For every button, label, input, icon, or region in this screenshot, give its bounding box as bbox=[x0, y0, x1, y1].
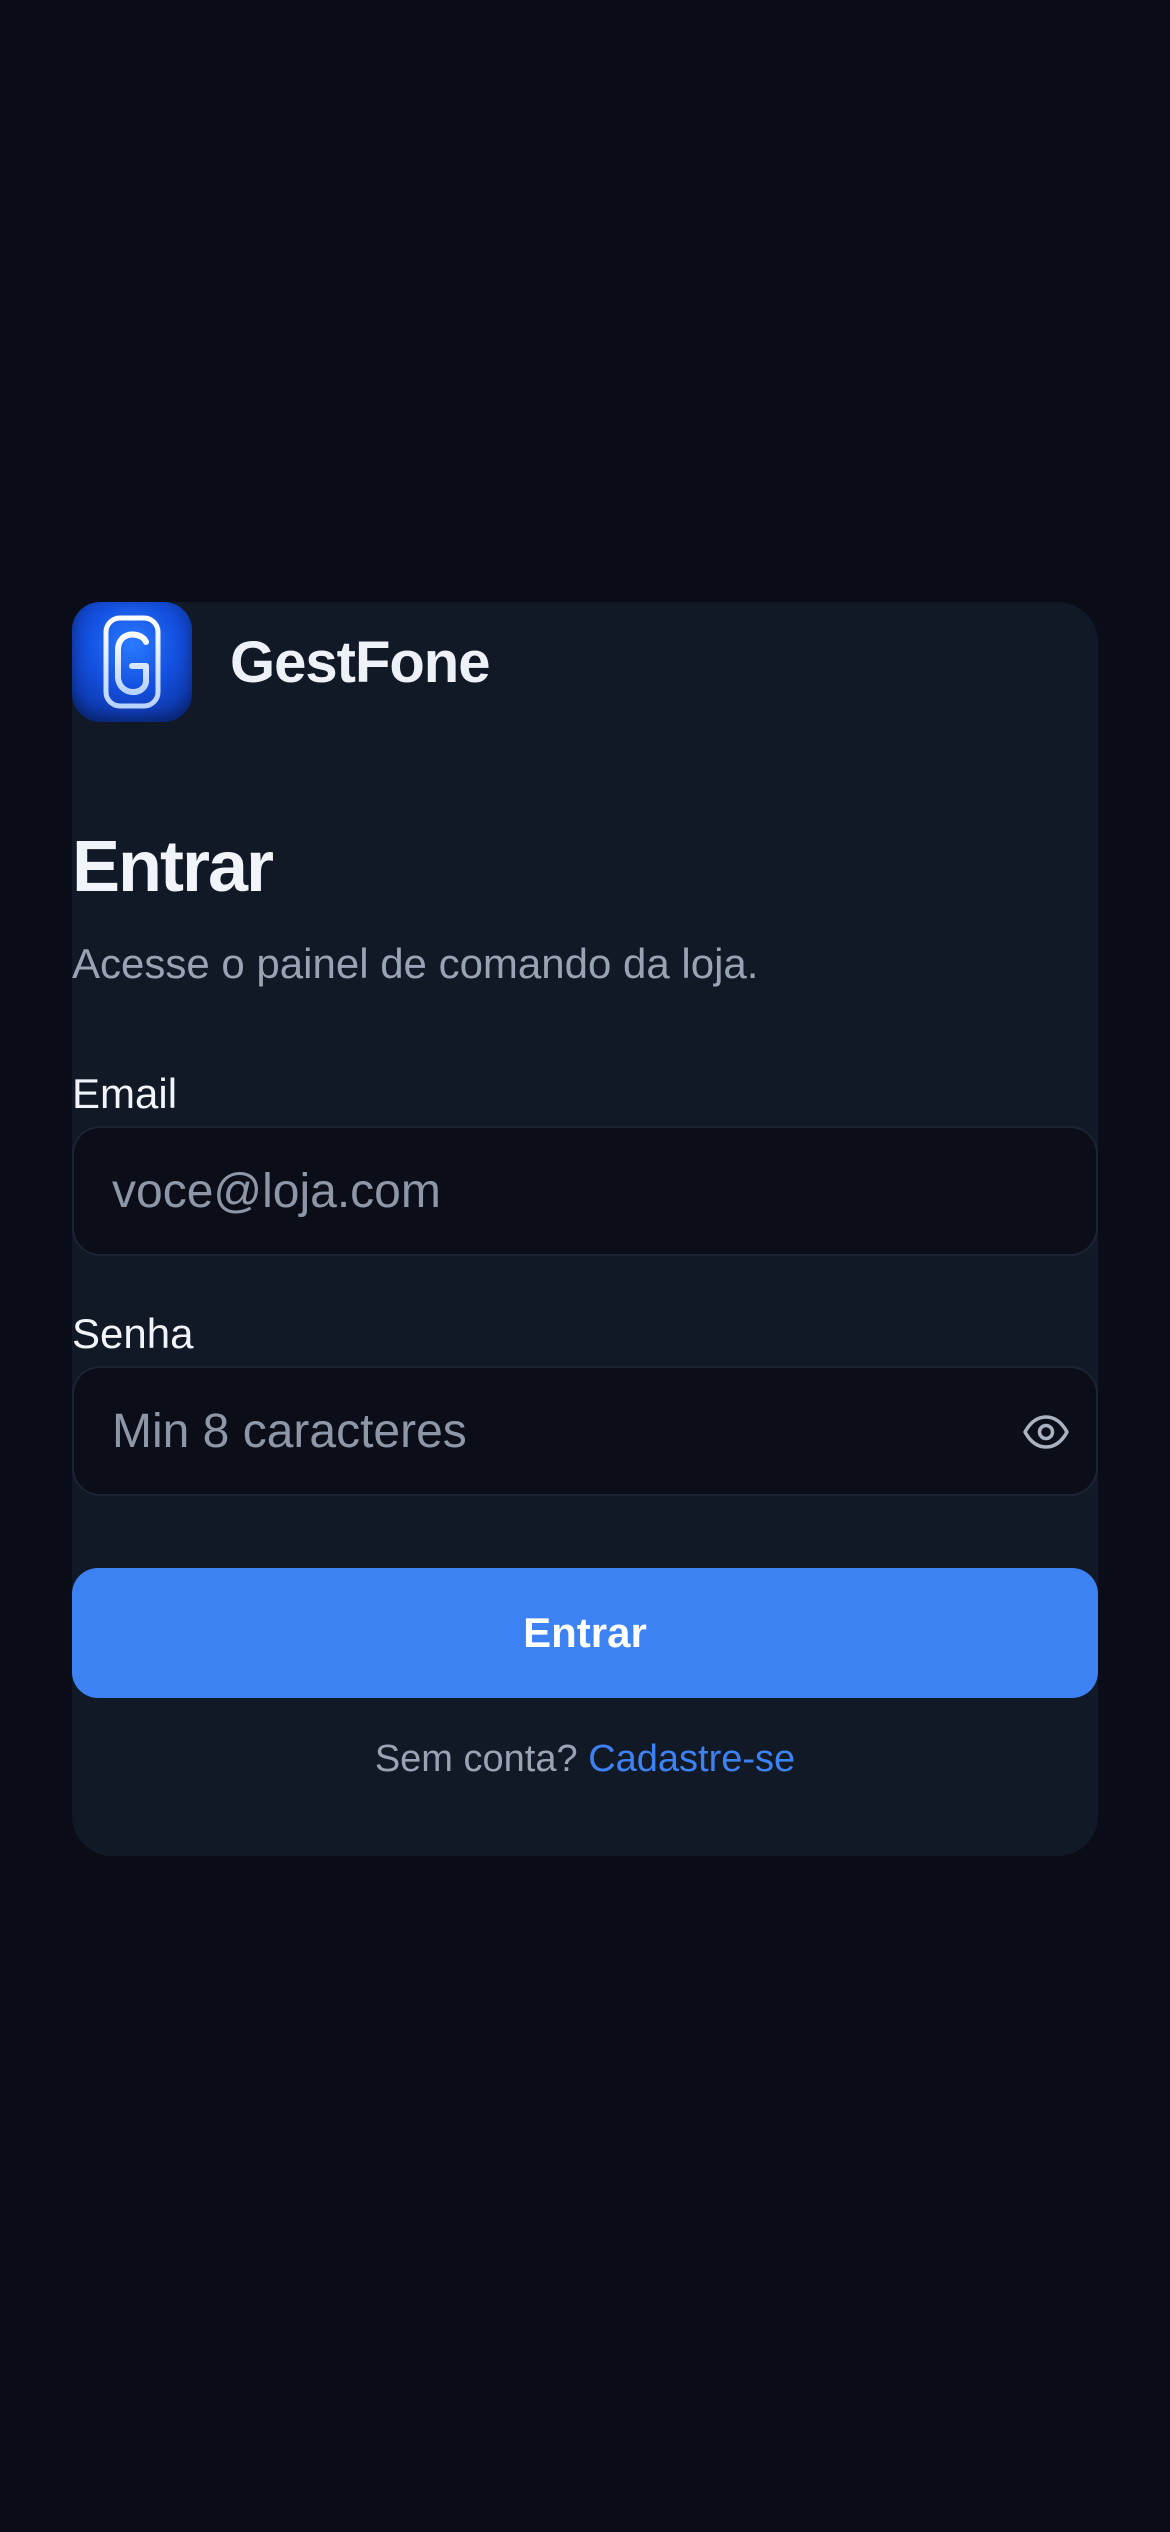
page-subtitle: Acesse o painel de comando da loja. bbox=[72, 940, 759, 987]
password-field[interactable] bbox=[112, 1368, 992, 1494]
signup-prompt-text: Sem conta? bbox=[374, 1738, 578, 1780]
app-logo-icon bbox=[72, 602, 192, 722]
login-button[interactable]: Entrar bbox=[72, 1568, 1098, 1698]
signup-link[interactable]: Cadastre-se bbox=[588, 1738, 795, 1780]
brand-header: GestFone bbox=[72, 602, 490, 722]
email-field[interactable] bbox=[112, 1128, 992, 1254]
eye-icon[interactable] bbox=[1022, 1408, 1070, 1456]
email-label: Email bbox=[72, 1070, 178, 1117]
app-name: GestFone bbox=[230, 629, 490, 695]
signup-prompt-row: Sem conta? Cadastre-se bbox=[72, 1734, 1098, 1784]
login-card: GestFone Entrar Acesse o painel de coman… bbox=[72, 602, 1098, 1856]
page-title: Entrar bbox=[72, 827, 274, 907]
email-field-container bbox=[72, 1126, 1098, 1256]
password-label: Senha bbox=[72, 1310, 194, 1357]
password-field-container bbox=[72, 1366, 1098, 1496]
